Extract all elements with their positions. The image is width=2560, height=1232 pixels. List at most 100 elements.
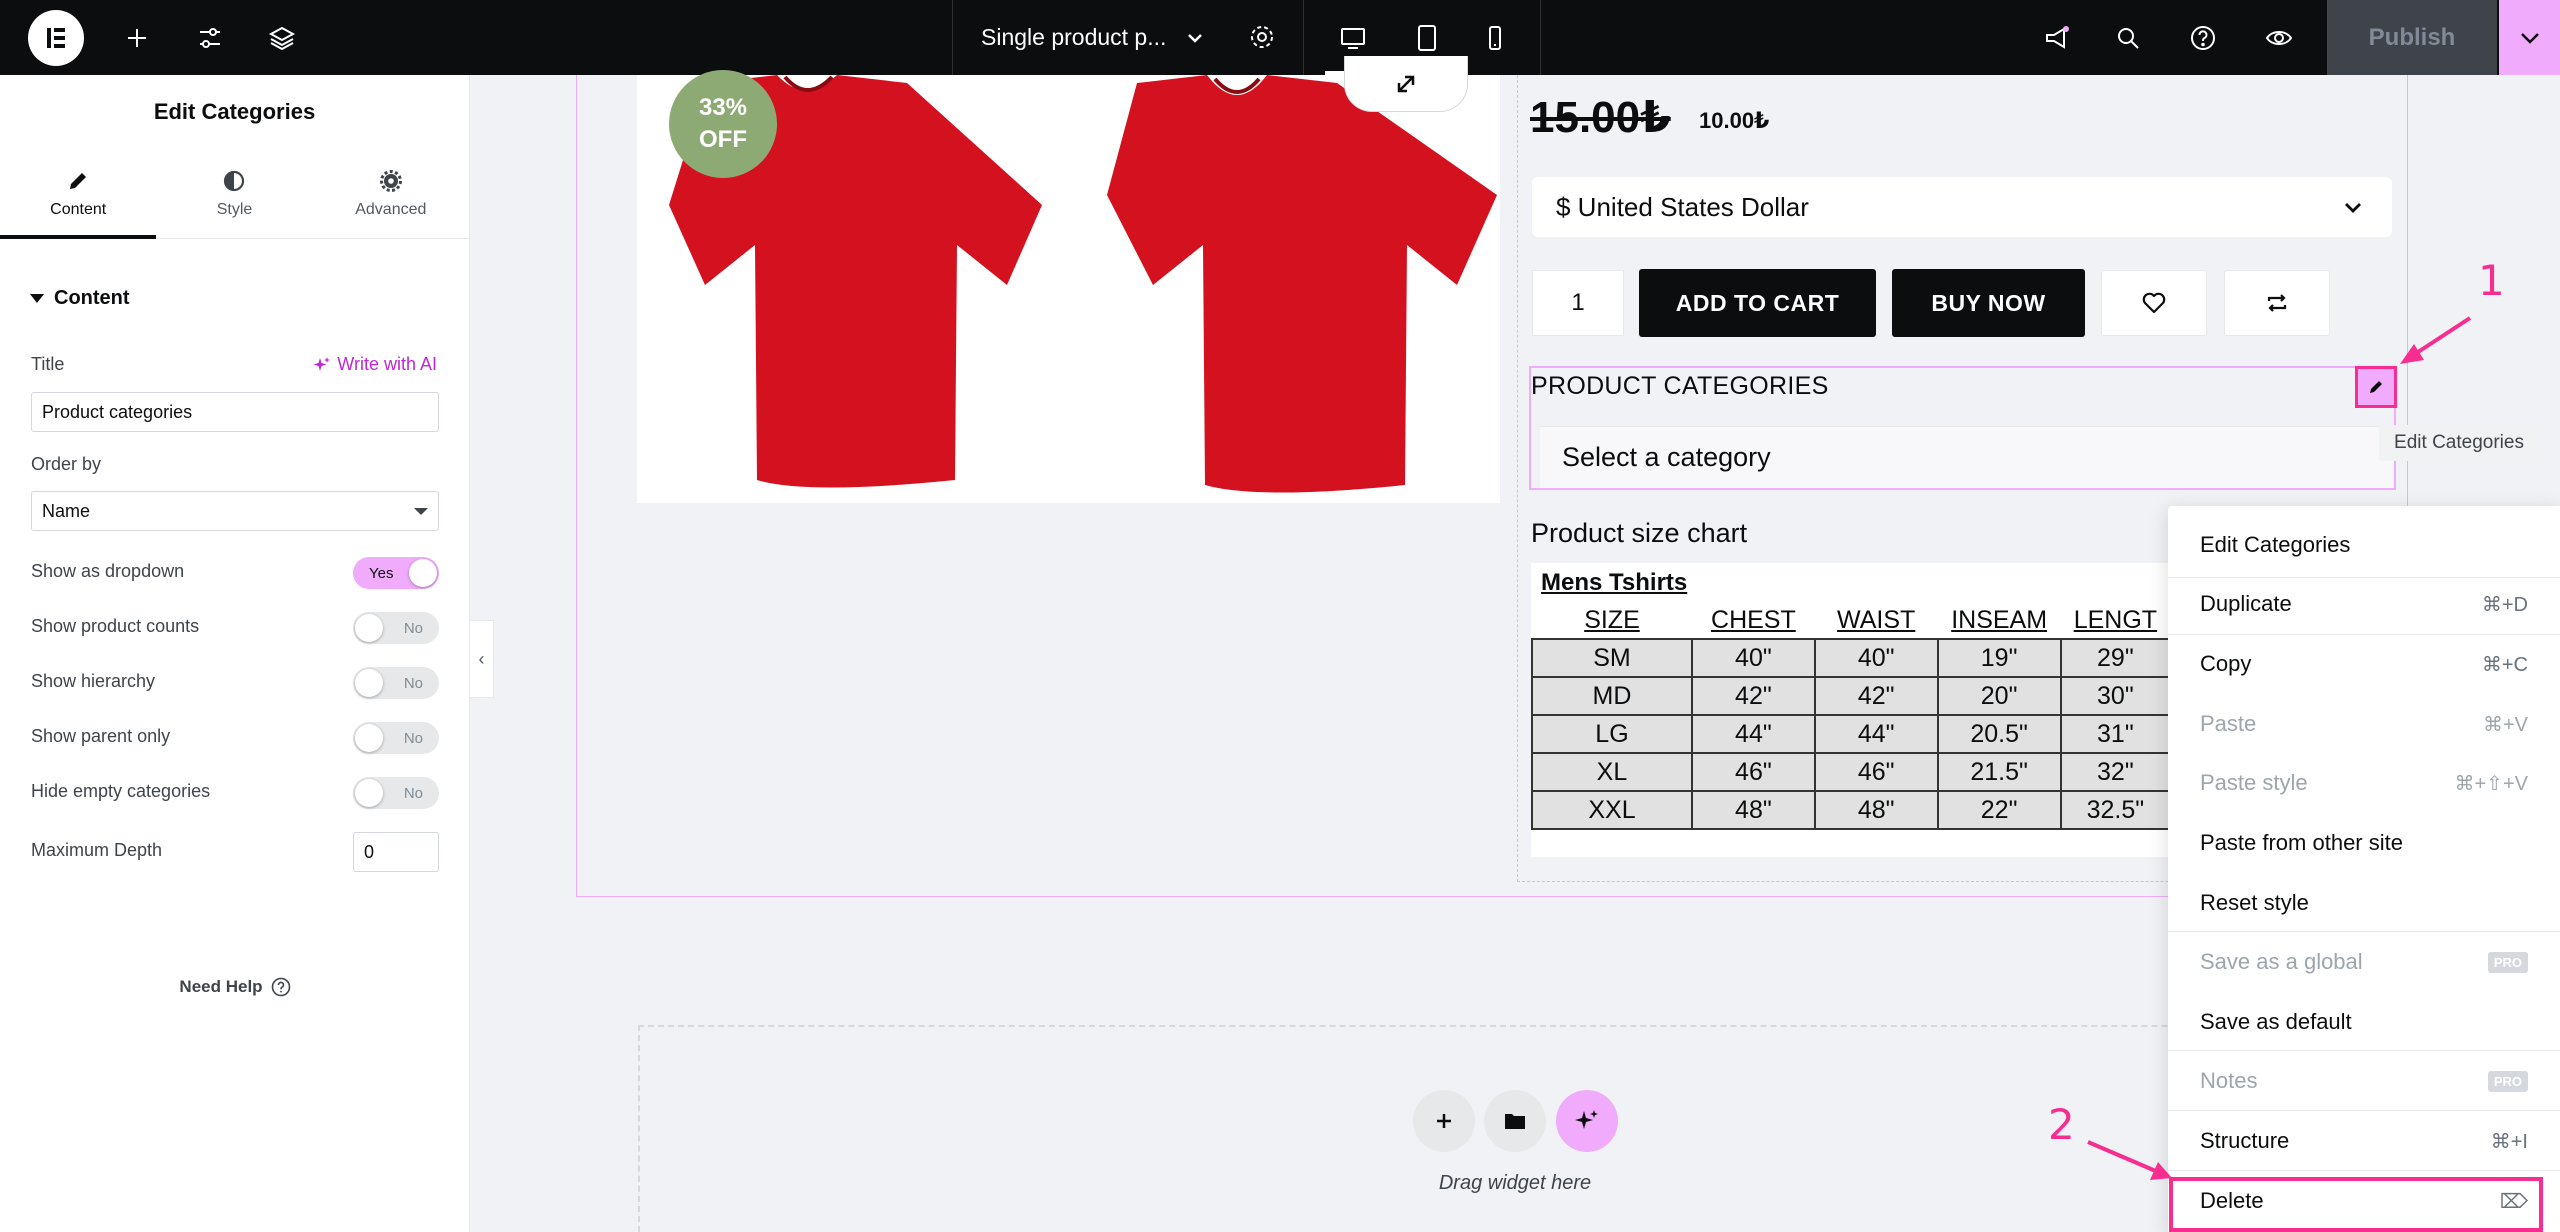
buy-now-button[interactable]: BUY NOW: [1892, 269, 2085, 337]
help-icon: [271, 977, 290, 997]
table-cell: 48": [1813, 790, 1939, 830]
table-cell: 32": [2059, 752, 2171, 792]
toggle-state: Yes: [369, 564, 394, 582]
help-icon[interactable]: [2180, 0, 2226, 75]
table-header-row: SIZE CHEST WAIST INSEAM LENGT: [1532, 603, 2170, 639]
menu-item-shortcut: ⌘+C: [2481, 653, 2528, 676]
caret-down-icon: [30, 294, 44, 303]
write-with-ai-link[interactable]: Write with AI: [313, 354, 437, 375]
eye-icon[interactable]: [2256, 0, 2302, 75]
editor-panel: Edit Categories Content Style Advanced C…: [0, 75, 470, 1232]
menu-item-label: Paste: [2200, 711, 2257, 736]
menu-item-copy[interactable]: Copy ⌘+C: [2168, 635, 2560, 693]
need-help-link[interactable]: Need Help: [0, 977, 470, 997]
zoom-button[interactable]: [1344, 56, 1468, 112]
layers-icon[interactable]: [261, 0, 303, 75]
tab-label: Style: [216, 200, 253, 218]
table-cell: 21.5": [1936, 752, 2062, 792]
tab-advanced[interactable]: Advanced: [313, 149, 469, 238]
table-cell: XL: [1531, 752, 1693, 792]
tab-label: Content: [50, 200, 107, 218]
size-table: SIZE CHEST WAIST INSEAM LENGT SM 40" 40" 19…: [1531, 603, 2171, 830]
menu-item-paste-style[interactable]: Paste style ⌘+⇧+V: [2168, 754, 2560, 812]
publish-button[interactable]: Publish: [2327, 0, 2497, 75]
hide-empty-categories-toggle[interactable]: No: [353, 777, 439, 809]
tab-style[interactable]: Style: [156, 149, 312, 238]
toggle-label: Show parent only: [31, 726, 171, 746]
ai-builder-button[interactable]: [1556, 1090, 1618, 1152]
megaphone-icon[interactable]: [2034, 0, 2080, 75]
menu-divider: [2168, 1110, 2560, 1111]
show-hierarchy-toggle[interactable]: No: [353, 667, 439, 699]
chevron-down-icon: [2520, 32, 2539, 44]
menu-item-structure[interactable]: Structure ⌘+I: [2168, 1112, 2560, 1170]
menu-item-label: Copy: [2200, 651, 2252, 676]
order-by-select[interactable]: Name: [31, 491, 439, 531]
heart-icon: [2142, 292, 2166, 314]
table-cell: LG: [1531, 714, 1693, 754]
publish-options-button[interactable]: [2499, 0, 2560, 75]
section-toggle-content[interactable]: Content: [30, 287, 130, 310]
title-input[interactable]: Product categories: [31, 392, 439, 432]
show-parent-only-toggle[interactable]: No: [353, 722, 439, 754]
table-header: SIZE: [1584, 606, 1640, 634]
menu-item-paste[interactable]: Paste ⌘+V: [2168, 695, 2560, 753]
table-cell: 40": [1690, 638, 1816, 678]
category-select[interactable]: Select a category: [1540, 426, 2394, 488]
table-row: MD 42" 42" 20" 30": [1531, 676, 2171, 716]
chevron-down-icon: [1188, 34, 1202, 43]
maximum-depth-input[interactable]: 0: [353, 832, 439, 872]
document-title-dropdown[interactable]: Single product p...: [952, 0, 1304, 75]
search-icon[interactable]: [2105, 0, 2151, 75]
toggle-label: Show hierarchy: [31, 671, 156, 691]
show-as-dropdown-toggle[interactable]: Yes: [353, 557, 439, 589]
folder-icon: [1505, 1114, 1525, 1129]
categories-title: PRODUCT CATEGORIES: [1531, 372, 1829, 400]
compare-button[interactable]: [2224, 270, 2330, 336]
wishlist-button[interactable]: [2101, 270, 2207, 336]
gear-icon[interactable]: [1247, 22, 1277, 52]
table-cell: SM: [1531, 638, 1693, 678]
chevron-down-icon: [2345, 203, 2361, 213]
menu-item-edit[interactable]: Edit Categories: [2168, 516, 2560, 574]
toggle-state: No: [403, 784, 423, 802]
add-icon[interactable]: [116, 0, 158, 75]
caret-down-icon: [414, 508, 428, 515]
edit-widget-button[interactable]: [2355, 366, 2397, 408]
table-cell: 42": [1690, 676, 1816, 716]
sliders-icon[interactable]: [189, 0, 231, 75]
menu-item-label: Duplicate: [2200, 591, 2292, 616]
menu-item-duplicate[interactable]: Duplicate ⌘+D: [2168, 575, 2560, 633]
panel-collapse-button[interactable]: ‹: [470, 620, 494, 698]
table-cell: 46": [1690, 752, 1816, 792]
mobile-icon[interactable]: [1467, 0, 1523, 75]
top-bar: Single product p... Publish: [0, 0, 2560, 75]
add-template-button[interactable]: [1484, 1090, 1546, 1152]
add-to-cart-button[interactable]: ADD TO CART: [1639, 269, 1876, 337]
currency-select[interactable]: $ United States Dollar: [1532, 177, 2392, 237]
elementor-logo-icon[interactable]: [28, 10, 84, 66]
menu-item-notes[interactable]: Notes PRO: [2168, 1052, 2560, 1110]
show-product-counts-toggle[interactable]: No: [353, 612, 439, 644]
table-header: INSEAM: [1951, 606, 2048, 634]
section-title: Content: [54, 287, 130, 309]
table-cell: 40": [1813, 638, 1939, 678]
table-cell: 44": [1690, 714, 1816, 754]
pencil-icon: [2370, 381, 2382, 393]
compare-arrows-icon: [2267, 294, 2287, 312]
quantity-input[interactable]: 1: [1532, 270, 1624, 336]
menu-item-reset-style[interactable]: Reset style: [2168, 874, 2560, 932]
sparkle-icon: [313, 356, 331, 371]
menu-item-paste-from-other-site[interactable]: Paste from other site: [2168, 814, 2560, 872]
menu-item-label: Save as a global: [2200, 949, 2363, 974]
tab-label: Advanced: [355, 200, 427, 218]
menu-item-save-as-default[interactable]: Save as default: [2168, 993, 2560, 1051]
table-cell: 29": [2059, 638, 2171, 678]
menu-item-shortcut: ⌘+⇧+V: [2454, 772, 2528, 795]
add-section-button[interactable]: [1413, 1090, 1475, 1152]
document-title: Single product p...: [981, 24, 1167, 50]
title-label: Title: [31, 354, 65, 374]
menu-item-save-as-global[interactable]: Save as a global PRO: [2168, 933, 2560, 991]
tab-content[interactable]: Content: [0, 149, 157, 239]
table-cell: 20.5": [1936, 714, 2062, 754]
